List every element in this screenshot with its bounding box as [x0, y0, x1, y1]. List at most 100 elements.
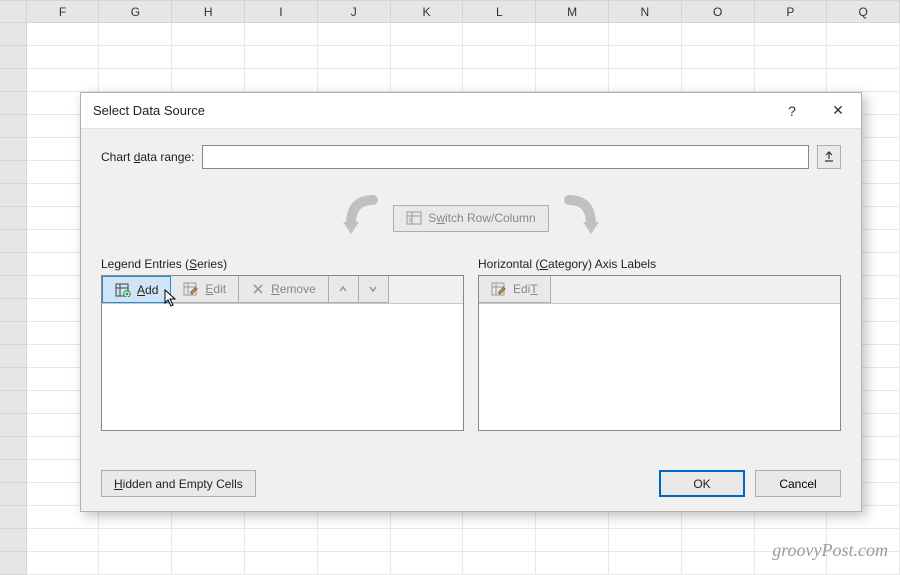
edit-axis-labels-button[interactable]: EdiT [479, 276, 551, 303]
cell[interactable] [245, 552, 318, 575]
row-header[interactable] [0, 69, 27, 92]
cell[interactable] [99, 23, 172, 46]
cell[interactable] [463, 552, 536, 575]
cell[interactable] [827, 23, 900, 46]
row-header[interactable] [0, 460, 27, 483]
row-header[interactable] [0, 207, 27, 230]
row-header[interactable] [0, 437, 27, 460]
cell[interactable] [99, 69, 172, 92]
cell[interactable] [318, 69, 391, 92]
cell[interactable] [682, 69, 755, 92]
cell[interactable] [27, 23, 100, 46]
cell[interactable] [755, 23, 828, 46]
cell[interactable] [755, 46, 828, 69]
cell[interactable] [536, 69, 609, 92]
help-button[interactable]: ? [769, 93, 815, 129]
row-header[interactable] [0, 345, 27, 368]
cell[interactable] [609, 69, 682, 92]
row-header[interactable] [0, 138, 27, 161]
cell[interactable] [245, 23, 318, 46]
cell[interactable] [463, 23, 536, 46]
cell[interactable] [99, 46, 172, 69]
row-header[interactable] [0, 115, 27, 138]
cell[interactable] [463, 46, 536, 69]
row-header[interactable] [0, 529, 27, 552]
cell[interactable] [609, 529, 682, 552]
cell[interactable] [391, 69, 464, 92]
cell[interactable] [318, 552, 391, 575]
row-header[interactable] [0, 230, 27, 253]
cell[interactable] [172, 552, 245, 575]
column-header[interactable]: F [27, 1, 100, 22]
cell[interactable] [391, 46, 464, 69]
cell[interactable] [27, 529, 100, 552]
hidden-empty-cells-button[interactable]: Hidden and Empty Cells [101, 470, 256, 497]
cell[interactable] [172, 46, 245, 69]
row-header[interactable] [0, 368, 27, 391]
cell[interactable] [172, 529, 245, 552]
column-header[interactable]: J [318, 1, 391, 22]
move-up-button[interactable] [329, 276, 359, 303]
row-header[interactable] [0, 414, 27, 437]
cell[interactable] [318, 529, 391, 552]
cell[interactable] [318, 46, 391, 69]
cell[interactable] [827, 69, 900, 92]
row-header[interactable] [0, 276, 27, 299]
cell[interactable] [245, 69, 318, 92]
cell[interactable] [172, 23, 245, 46]
column-header[interactable]: O [682, 1, 755, 22]
cell[interactable] [755, 69, 828, 92]
column-header[interactable]: N [609, 1, 682, 22]
cell[interactable] [245, 529, 318, 552]
cell[interactable] [318, 23, 391, 46]
cell[interactable] [27, 552, 100, 575]
cell[interactable] [609, 46, 682, 69]
edit-series-button[interactable]: Edit [171, 276, 239, 303]
cell[interactable] [391, 552, 464, 575]
column-header[interactable]: L [463, 1, 536, 22]
cell[interactable] [682, 23, 755, 46]
column-header[interactable]: I [245, 1, 318, 22]
cell[interactable] [463, 69, 536, 92]
cell[interactable] [682, 46, 755, 69]
add-series-button[interactable]: Add [102, 276, 171, 303]
close-button[interactable]: ✕ [815, 93, 861, 129]
switch-row-column-button[interactable]: Switch Row/Column [393, 205, 548, 232]
row-header[interactable] [0, 552, 27, 575]
collapse-range-button[interactable] [817, 145, 841, 169]
cell[interactable] [536, 23, 609, 46]
remove-series-button[interactable]: Remove [239, 276, 329, 303]
row-header[interactable] [0, 391, 27, 414]
column-header[interactable]: M [536, 1, 609, 22]
cell[interactable] [172, 69, 245, 92]
cell[interactable] [27, 46, 100, 69]
cell[interactable] [536, 552, 609, 575]
legend-series-list[interactable] [102, 304, 463, 430]
cell[interactable] [827, 46, 900, 69]
cell[interactable] [609, 552, 682, 575]
column-header[interactable]: G [99, 1, 172, 22]
cell[interactable] [682, 552, 755, 575]
row-header[interactable] [0, 506, 27, 529]
row-header[interactable] [0, 92, 27, 115]
cell[interactable] [609, 23, 682, 46]
cell[interactable] [99, 552, 172, 575]
row-header[interactable] [0, 161, 27, 184]
cell[interactable] [99, 529, 172, 552]
cell[interactable] [391, 529, 464, 552]
row-header[interactable] [0, 184, 27, 207]
cell[interactable] [391, 23, 464, 46]
column-header[interactable]: Q [827, 1, 900, 22]
cell[interactable] [536, 529, 609, 552]
row-header[interactable] [0, 253, 27, 276]
cancel-button[interactable]: Cancel [755, 470, 841, 497]
row-header[interactable] [0, 23, 27, 46]
cell[interactable] [682, 529, 755, 552]
chart-data-range-input[interactable] [202, 145, 809, 169]
row-header[interactable] [0, 483, 27, 506]
cell[interactable] [245, 46, 318, 69]
column-header[interactable]: K [391, 1, 464, 22]
row-header[interactable] [0, 46, 27, 69]
axis-labels-list[interactable] [479, 304, 840, 430]
cell[interactable] [463, 529, 536, 552]
